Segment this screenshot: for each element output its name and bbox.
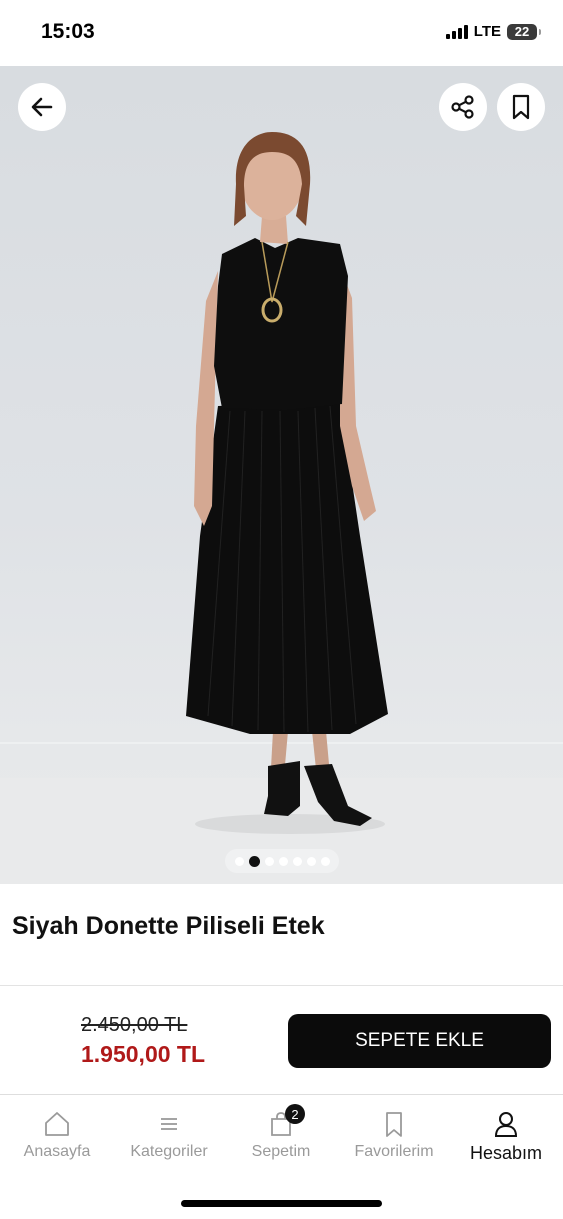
status-time: 15:03 [41,20,95,43]
pagination-dot[interactable] [264,856,274,866]
pagination-dot[interactable] [248,855,260,867]
status-indicators: LTE 22 [445,23,541,40]
tab-label: Kategoriler [130,1143,208,1160]
old-price: 2.450,00 TL [81,1014,188,1036]
tab-cart[interactable]: 2 Sepetim [225,1095,337,1175]
arrow-left-icon [31,97,53,117]
tab-label: Sepetim [251,1143,311,1160]
pagination-dot[interactable] [292,856,302,866]
tab-label: Anasayfa [23,1143,91,1160]
product-title-section: Siyah Donette Piliseli Etek [0,884,563,986]
back-button[interactable] [18,83,66,131]
add-to-cart-button[interactable]: SEPETE EKLE [288,1014,551,1068]
menu-icon [154,1109,184,1139]
network-label: LTE [473,23,501,40]
share-icon [451,95,474,119]
cart-badge: 2 [285,1104,305,1124]
image-pagination[interactable] [225,849,339,873]
pagination-dot[interactable] [320,856,330,866]
battery-level: 22 [514,24,530,39]
tab-label: Hesabım [469,1143,543,1163]
tab-account[interactable]: Hesabım [450,1095,562,1175]
signal-icon [445,24,468,39]
home-indicator [181,1200,382,1207]
model-photo [186,132,388,834]
home-icon [42,1109,72,1139]
user-icon [491,1109,521,1139]
bookmark-icon [379,1109,409,1139]
tab-favorites[interactable]: Favorilerim [338,1095,450,1175]
pagination-dot[interactable] [306,856,316,866]
current-price: 1.950,00 TL [81,1041,206,1067]
pagination-dot[interactable] [278,856,288,866]
favorite-button[interactable] [497,83,545,131]
bookmark-icon [512,94,530,120]
status-bar: 15:03 LTE 22 [0,0,563,66]
product-image[interactable] [0,66,563,884]
price-section: 2.450,00 TL 1.950,00 TL SEPETE EKLE [0,986,563,1094]
share-button[interactable] [439,83,487,131]
tab-label: Favorilerim [354,1143,434,1160]
pagination-dot[interactable] [234,856,244,866]
bag-icon: 2 [266,1104,305,1139]
product-title: Siyah Donette Piliseli Etek [12,912,325,940]
tab-home[interactable]: Anasayfa [1,1095,113,1175]
battery-icon: 22 [507,23,541,40]
tab-categories[interactable]: Kategoriler [113,1095,225,1175]
